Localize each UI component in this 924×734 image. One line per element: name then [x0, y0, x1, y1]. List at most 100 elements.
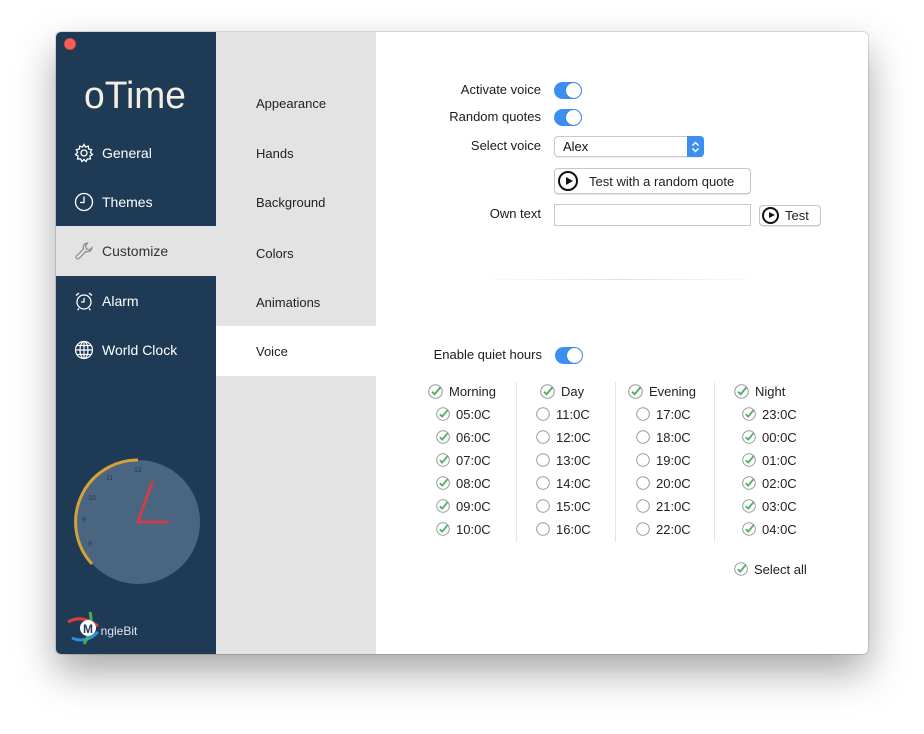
empty-circle-icon	[536, 453, 550, 467]
enable-quiet-hours-toggle[interactable]	[555, 347, 583, 364]
quiet-hour-checkbox[interactable]: 07:0C	[436, 451, 491, 469]
empty-circle-icon	[636, 430, 650, 444]
sidebar-item-general[interactable]: General	[56, 128, 216, 178]
quiet-hour-checkbox[interactable]: 13:0C	[536, 451, 591, 469]
preferences-window: oTime General Themes Customize Alarm Wor…	[56, 32, 868, 654]
quiet-hour-label: 08:0C	[456, 475, 491, 491]
checkmark-icon	[742, 499, 756, 513]
quiet-hour-checkbox[interactable]: 00:0C	[742, 428, 797, 446]
quiet-hour-checkbox[interactable]: 21:0C	[636, 497, 691, 515]
subnav-item-background[interactable]: Background	[216, 177, 376, 227]
quiet-hour-checkbox[interactable]: 10:0C	[436, 520, 491, 538]
quiet-hour-label: 07:0C	[456, 452, 491, 468]
checkmark-icon	[742, 453, 756, 467]
empty-circle-icon	[536, 499, 550, 513]
select-voice-label: Select voice	[470, 138, 541, 153]
quiet-column-evening-checkbox[interactable]: Evening	[628, 382, 696, 400]
own-text-label: Own text	[489, 206, 541, 221]
quiet-hour-checkbox[interactable]: 09:0C	[436, 497, 491, 515]
sidebar-item-label: World Clock	[102, 342, 178, 358]
select-all-checkbox[interactable]: Select all	[734, 560, 807, 578]
random-quotes-toggle[interactable]	[554, 109, 582, 126]
quiet-hour-checkbox[interactable]: 23:0C	[742, 405, 797, 423]
checkmark-icon	[628, 383, 643, 399]
empty-circle-icon	[536, 407, 550, 421]
sidebar-item-label: Themes	[102, 194, 153, 210]
subnav-item-colors[interactable]: Colors	[216, 228, 376, 278]
quiet-hour-checkbox[interactable]: 01:0C	[742, 451, 797, 469]
quiet-hour-label: 01:0C	[762, 452, 797, 468]
clock-icon	[73, 191, 95, 213]
quiet-hour-label: 14:0C	[556, 475, 591, 491]
subnav-item-hands[interactable]: Hands	[216, 128, 376, 178]
quiet-hour-checkbox[interactable]: 05:0C	[436, 405, 491, 423]
sidebar-item-label: Customize	[102, 243, 169, 259]
quiet-hour-label: 12:0C	[556, 429, 591, 445]
column-separator	[615, 382, 616, 542]
activate-voice-toggle[interactable]	[554, 82, 582, 99]
quiet-column-day-checkbox[interactable]: Day	[540, 382, 584, 400]
sidebar-item-alarm[interactable]: Alarm	[56, 276, 216, 326]
empty-circle-icon	[636, 499, 650, 513]
quiet-hour-checkbox[interactable]: 15:0C	[536, 497, 591, 515]
quiet-hour-checkbox[interactable]: 12:0C	[536, 428, 591, 446]
quiet-hour-checkbox[interactable]: 06:0C	[436, 428, 491, 446]
sidebar-item-label: General	[102, 145, 152, 161]
sidebar-item-customize[interactable]: Customize	[56, 226, 216, 276]
clock-tick-label: 12	[134, 467, 142, 474]
sidebar-item-label: Alarm	[102, 293, 139, 309]
voice-select[interactable]: Alex	[554, 136, 704, 157]
clock-tick-label: 11	[106, 475, 113, 482]
empty-circle-icon	[636, 476, 650, 490]
otime-logo: oTime	[84, 75, 186, 114]
checkmark-icon	[436, 453, 450, 467]
test-random-quote-button[interactable]: Test with a random quote	[554, 168, 751, 194]
checkmark-icon	[436, 407, 450, 421]
quiet-hour-checkbox[interactable]: 20:0C	[636, 474, 691, 492]
globe-icon	[73, 339, 95, 361]
play-icon	[762, 207, 779, 224]
quiet-hour-checkbox[interactable]: 18:0C	[636, 428, 691, 446]
quiet-hour-checkbox[interactable]: 02:0C	[742, 474, 797, 492]
subnav-item-appearance[interactable]: Appearance	[216, 78, 376, 128]
checkmark-icon	[742, 522, 756, 536]
quiet-hour-label: 11:0C	[556, 406, 590, 422]
customize-subnav: Appearance Hands Background Colors Anima…	[216, 32, 376, 654]
quiet-hour-label: 03:0C	[762, 498, 797, 514]
quiet-hour-checkbox[interactable]: 22:0C	[636, 520, 691, 538]
checkmark-icon	[436, 499, 450, 513]
own-text-input[interactable]	[554, 204, 751, 226]
checkmark-icon	[734, 562, 748, 576]
quiet-hour-checkbox[interactable]: 17:0C	[636, 405, 691, 423]
column-separator	[714, 382, 715, 542]
checkmark-icon	[436, 430, 450, 444]
quiet-hour-label: 06:0C	[456, 429, 491, 445]
quiet-hour-label: 05:0C	[456, 406, 491, 422]
checkmark-icon	[436, 476, 450, 490]
checkmark-icon	[428, 383, 443, 399]
quiet-hour-checkbox[interactable]: 19:0C	[636, 451, 691, 469]
close-window-button[interactable]	[64, 38, 76, 50]
sidebar-item-world-clock[interactable]: World Clock	[56, 325, 216, 375]
sidebar-item-themes[interactable]: Themes	[56, 177, 216, 227]
quiet-column-morning-checkbox[interactable]: Morning	[428, 382, 496, 400]
subnav-item-voice[interactable]: Voice	[216, 326, 376, 376]
quiet-hour-checkbox[interactable]: 08:0C	[436, 474, 491, 492]
quiet-hour-label: 04:0C	[762, 521, 797, 537]
sidebar: oTime General Themes Customize Alarm Wor…	[56, 32, 216, 654]
quiet-hour-label: 15:0C	[556, 498, 591, 514]
quiet-hour-checkbox[interactable]: 03:0C	[742, 497, 797, 515]
wrench-icon	[73, 240, 95, 262]
quiet-hour-checkbox[interactable]: 16:0C	[536, 520, 591, 538]
subnav-item-animations[interactable]: Animations	[216, 277, 376, 327]
quiet-hour-checkbox[interactable]: 14:0C	[536, 474, 591, 492]
quiet-hour-checkbox[interactable]: 11:0C	[536, 405, 590, 423]
checkmark-icon	[540, 383, 555, 399]
quiet-column-night-checkbox[interactable]: Night	[734, 382, 785, 400]
quiet-hour-checkbox[interactable]: 04:0C	[742, 520, 797, 538]
clock-tick-label: 8	[88, 541, 92, 548]
test-own-text-button[interactable]: Test	[759, 205, 821, 226]
checkmark-icon	[742, 476, 756, 490]
quiet-column-label: Morning	[449, 383, 496, 399]
clock-tick-label: 10	[88, 495, 96, 502]
